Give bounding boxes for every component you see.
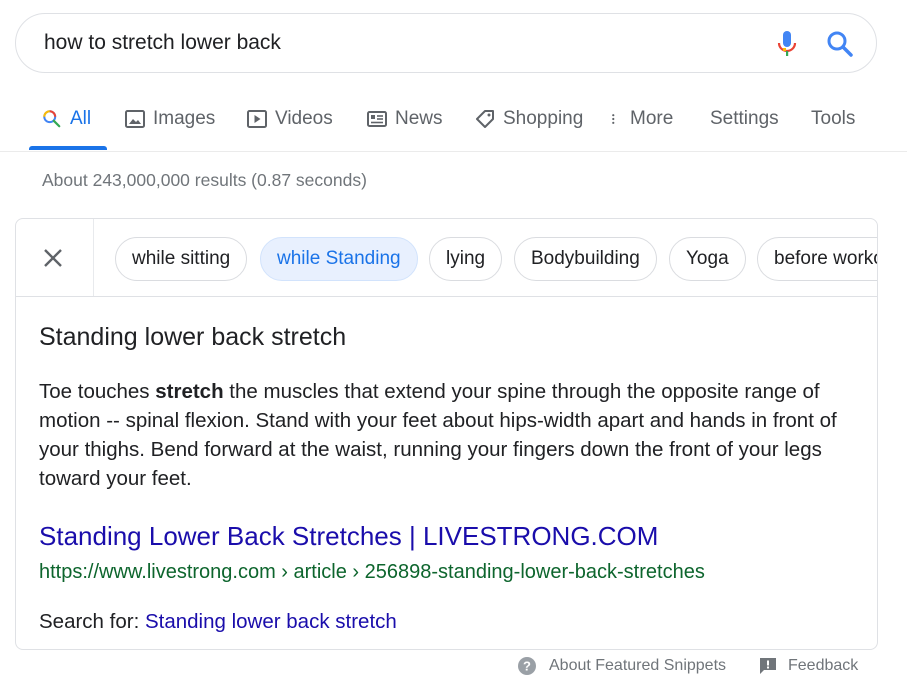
tab-more-label: More xyxy=(630,108,674,129)
svg-text:?: ? xyxy=(523,659,531,674)
tab-tools-label: Tools xyxy=(811,108,856,129)
tab-settings-label: Settings xyxy=(710,108,779,129)
search-for-link[interactable]: Standing lower back stretch xyxy=(145,610,397,633)
search-box[interactable]: how to stretch lower back xyxy=(15,13,877,73)
snippet-text-before: Toe touches xyxy=(39,380,156,403)
tab-settings[interactable]: Settings xyxy=(710,106,779,132)
search-for-label: Search for: xyxy=(39,610,145,633)
result-url: https://www.livestrong.com › article › 2… xyxy=(39,561,705,583)
search-icon[interactable] xyxy=(825,29,855,59)
feedback-icon xyxy=(760,658,776,674)
tab-shopping-label: Shopping xyxy=(503,108,584,129)
tab-all-label: All xyxy=(70,108,92,129)
tabs-divider xyxy=(0,151,907,152)
active-tab-indicator xyxy=(29,146,107,150)
feedback-label: Feedback xyxy=(788,657,859,674)
tab-more[interactable]: More xyxy=(610,106,673,132)
tab-videos[interactable]: Videos xyxy=(246,106,333,132)
tab-images-label: Images xyxy=(153,108,216,129)
snippet-text: Toe touches stretch the muscles that ext… xyxy=(39,377,864,493)
about-featured-snippets-label: About Featured Snippets xyxy=(549,657,727,674)
close-icon[interactable] xyxy=(40,245,66,271)
image-icon xyxy=(125,110,145,128)
chip-bodybuilding[interactable]: Bodybuilding xyxy=(514,237,657,281)
chip-lying[interactable]: lying xyxy=(429,237,503,281)
result-title-link[interactable]: Standing Lower Back Stretches | LIVESTRO… xyxy=(39,521,658,552)
tab-shopping[interactable]: Shopping xyxy=(474,106,583,132)
news-icon xyxy=(367,111,387,127)
refinement-chip-row: while sitting while Standing lying Bodyb… xyxy=(16,219,877,297)
tab-all[interactable]: All xyxy=(42,106,91,132)
chip-while-standing[interactable]: while Standing xyxy=(260,237,418,281)
tab-tools[interactable]: Tools xyxy=(811,106,855,132)
chip-separator xyxy=(93,219,94,296)
help-icon: ? xyxy=(518,657,536,675)
tab-news-label: News xyxy=(395,108,443,129)
play-icon xyxy=(247,110,267,128)
about-featured-snippets[interactable]: ? About Featured Snippets xyxy=(517,656,726,676)
search-for-line: Search for: Standing lower back stretch xyxy=(39,610,397,634)
chip-while-sitting[interactable]: while sitting xyxy=(115,237,248,281)
tab-news[interactable]: News xyxy=(366,106,443,132)
tab-videos-label: Videos xyxy=(275,108,333,129)
result-stats: About 243,000,000 results (0.87 seconds) xyxy=(42,170,367,190)
more-vert-icon xyxy=(612,114,615,124)
chip-yoga[interactable]: Yoga xyxy=(669,237,746,281)
snippet-title: Standing lower back stretch xyxy=(39,323,347,351)
snippet-text-bold: stretch xyxy=(155,380,224,403)
chip-before-workout[interactable]: before workout xyxy=(757,237,877,281)
search-input[interactable]: how to stretch lower back xyxy=(44,31,281,55)
tab-images[interactable]: Images xyxy=(124,106,215,132)
microphone-icon[interactable] xyxy=(776,29,798,59)
search-icon xyxy=(43,110,61,128)
featured-snippet-card: while sitting while Standing lying Bodyb… xyxy=(15,218,878,650)
feedback-button[interactable]: Feedback xyxy=(758,656,858,676)
search-tabs: All Images Videos News Shopping More Set… xyxy=(0,96,907,151)
tag-icon xyxy=(476,110,494,128)
